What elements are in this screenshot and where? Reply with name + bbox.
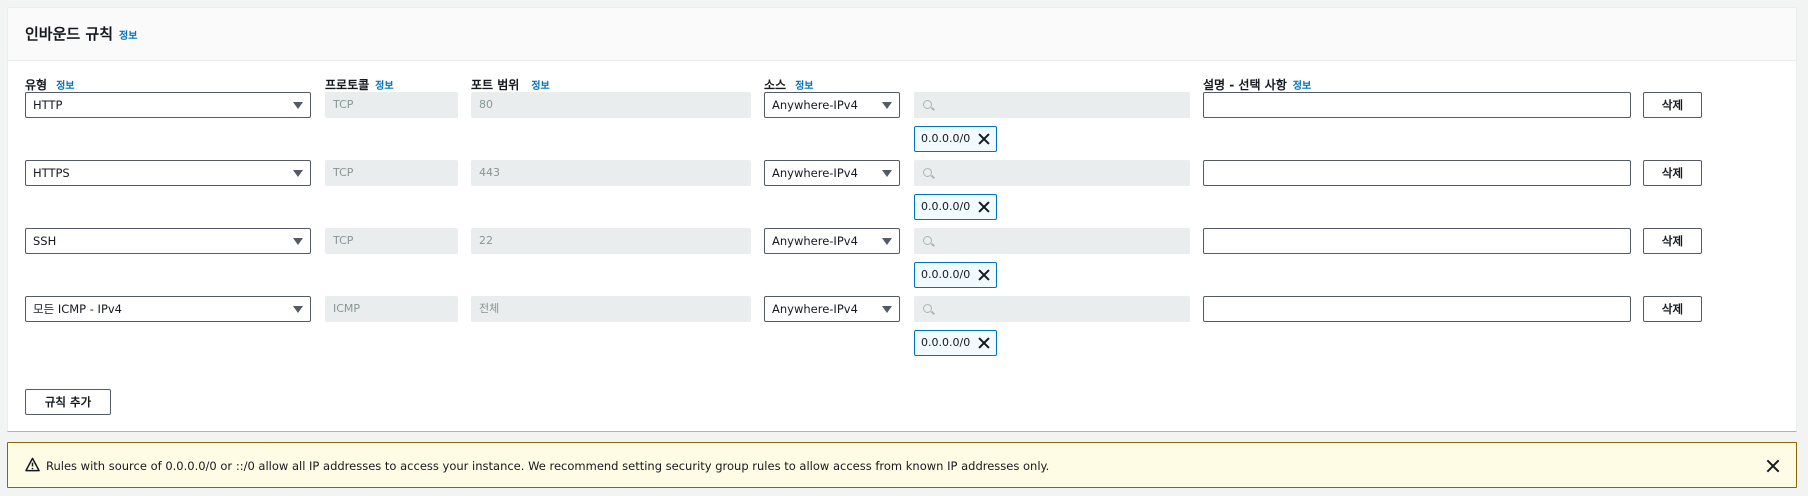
warning-text: Rules with source of 0.0.0.0/0 or ::/0 a… bbox=[46, 459, 1050, 473]
delete-button[interactable]: 삭제 bbox=[1643, 296, 1702, 322]
source-select[interactable]: Anywhere-IPv4 bbox=[764, 228, 900, 254]
cidr-search-input[interactable] bbox=[914, 92, 1190, 118]
type-select[interactable]: SSH bbox=[25, 228, 311, 254]
column-header-source-label: 소스 bbox=[764, 78, 787, 92]
type-select[interactable]: 모든 ICMP - IPv4 bbox=[25, 296, 311, 322]
port-range-field: 443 bbox=[471, 160, 751, 186]
remove-token-icon[interactable] bbox=[978, 201, 990, 213]
protocol-field: TCP bbox=[325, 228, 458, 254]
caret-down-icon bbox=[293, 170, 303, 177]
cidr-search-input[interactable] bbox=[914, 160, 1190, 186]
caret-down-icon bbox=[293, 238, 303, 245]
source-select[interactable]: Anywhere-IPv4 bbox=[764, 92, 900, 118]
source-select[interactable]: Anywhere-IPv4 bbox=[764, 296, 900, 322]
cidr-search-input[interactable] bbox=[914, 296, 1190, 322]
caret-down-icon bbox=[293, 102, 303, 109]
cidr-token: 0.0.0.0/0 bbox=[914, 330, 997, 356]
type-select[interactable]: HTTPS bbox=[25, 160, 311, 186]
type-select-value: SSH bbox=[33, 234, 57, 248]
rule-row: SSH TCP 22 Anywhere-IPv4 삭제 0.0.0.0/0 bbox=[8, 228, 1796, 296]
delete-button[interactable]: 삭제 bbox=[1643, 160, 1702, 186]
cidr-token-label: 0.0.0.0/0 bbox=[921, 200, 971, 213]
description-input[interactable] bbox=[1203, 92, 1631, 118]
column-header-protocol-label: 프로토콜 bbox=[325, 78, 370, 92]
close-icon[interactable] bbox=[1766, 459, 1780, 473]
panel-info-link[interactable]: 정보 bbox=[119, 31, 137, 42]
search-icon bbox=[923, 236, 932, 245]
source-select-value: Anywhere-IPv4 bbox=[772, 234, 858, 248]
description-input[interactable] bbox=[1203, 160, 1631, 186]
column-header-type: 유형 정보 bbox=[25, 76, 75, 93]
panel-title: 인바운드 규칙 정보 bbox=[25, 23, 137, 44]
protocol-field: ICMP bbox=[325, 296, 458, 322]
remove-token-icon[interactable] bbox=[978, 269, 990, 281]
inbound-rules-panel: 인바운드 규칙 정보 유형 정보 프로토콜 정보 포트 범위 정보 소스 정보 설명 - … bbox=[7, 7, 1797, 432]
delete-button[interactable]: 삭제 bbox=[1643, 228, 1702, 254]
source-select[interactable]: Anywhere-IPv4 bbox=[764, 160, 900, 186]
add-rule-button[interactable]: 규칙 추가 bbox=[25, 389, 111, 415]
cidr-token-label: 0.0.0.0/0 bbox=[921, 132, 971, 145]
source-select-value: Anywhere-IPv4 bbox=[772, 166, 858, 180]
search-icon bbox=[923, 304, 932, 313]
column-header-protocol: 프로토콜 정보 bbox=[325, 76, 394, 93]
port-range-field: 전체 bbox=[471, 296, 751, 322]
caret-down-icon bbox=[882, 238, 892, 245]
remove-token-icon[interactable] bbox=[978, 337, 990, 349]
caret-down-icon bbox=[882, 102, 892, 109]
column-header-description: 설명 - 선택 사항 정보 bbox=[1203, 76, 1311, 93]
panel-header: 인바운드 규칙 정보 bbox=[8, 8, 1796, 61]
type-info-link[interactable]: 정보 bbox=[56, 81, 74, 92]
warning-triangle-icon bbox=[25, 457, 40, 472]
cidr-token: 0.0.0.0/0 bbox=[914, 262, 997, 288]
cidr-token: 0.0.0.0/0 bbox=[914, 194, 997, 220]
source-info-link[interactable]: 정보 bbox=[795, 81, 813, 92]
type-select[interactable]: HTTP bbox=[25, 92, 311, 118]
protocol-field: TCP bbox=[325, 160, 458, 186]
delete-button[interactable]: 삭제 bbox=[1643, 92, 1702, 118]
search-icon bbox=[923, 100, 932, 109]
protocol-field: TCP bbox=[325, 92, 458, 118]
cidr-token-label: 0.0.0.0/0 bbox=[921, 268, 971, 281]
cidr-token-label: 0.0.0.0/0 bbox=[921, 336, 971, 349]
column-header-source: 소스 정보 bbox=[764, 76, 814, 93]
rule-row: 모든 ICMP - IPv4 ICMP 전체 Anywhere-IPv4 삭제 … bbox=[8, 296, 1796, 364]
port-range-field: 80 bbox=[471, 92, 751, 118]
search-icon bbox=[923, 168, 932, 177]
caret-down-icon bbox=[882, 306, 892, 313]
description-input[interactable] bbox=[1203, 296, 1631, 322]
caret-down-icon bbox=[882, 170, 892, 177]
port-range-info-link[interactable]: 정보 bbox=[531, 81, 549, 92]
caret-down-icon bbox=[293, 306, 303, 313]
type-select-value: HTTPS bbox=[33, 166, 70, 180]
column-header-port-range: 포트 범위 정보 bbox=[471, 76, 550, 93]
description-input[interactable] bbox=[1203, 228, 1631, 254]
source-select-value: Anywhere-IPv4 bbox=[772, 98, 858, 112]
remove-token-icon[interactable] bbox=[978, 133, 990, 145]
type-select-value: 모든 ICMP - IPv4 bbox=[33, 302, 123, 316]
warning-alert: Rules with source of 0.0.0.0/0 or ::/0 a… bbox=[7, 442, 1797, 488]
column-header-port-range-label: 포트 범위 bbox=[471, 78, 520, 92]
cidr-token: 0.0.0.0/0 bbox=[914, 126, 997, 152]
protocol-info-link[interactable]: 정보 bbox=[375, 81, 393, 92]
type-select-value: HTTP bbox=[33, 98, 63, 112]
port-range-field: 22 bbox=[471, 228, 751, 254]
column-header-description-label: 설명 - 선택 사항 bbox=[1203, 78, 1287, 92]
rule-row: HTTPS TCP 443 Anywhere-IPv4 삭제 0.0.0.0/0 bbox=[8, 160, 1796, 228]
source-select-value: Anywhere-IPv4 bbox=[772, 302, 858, 316]
column-header-type-label: 유형 bbox=[25, 78, 48, 92]
panel-title-text: 인바운드 규칙 bbox=[25, 25, 114, 43]
cidr-search-input[interactable] bbox=[914, 228, 1190, 254]
description-info-link[interactable]: 정보 bbox=[1293, 81, 1311, 92]
rule-row: HTTP TCP 80 Anywhere-IPv4 삭제 0.0.0.0/0 bbox=[8, 92, 1796, 160]
